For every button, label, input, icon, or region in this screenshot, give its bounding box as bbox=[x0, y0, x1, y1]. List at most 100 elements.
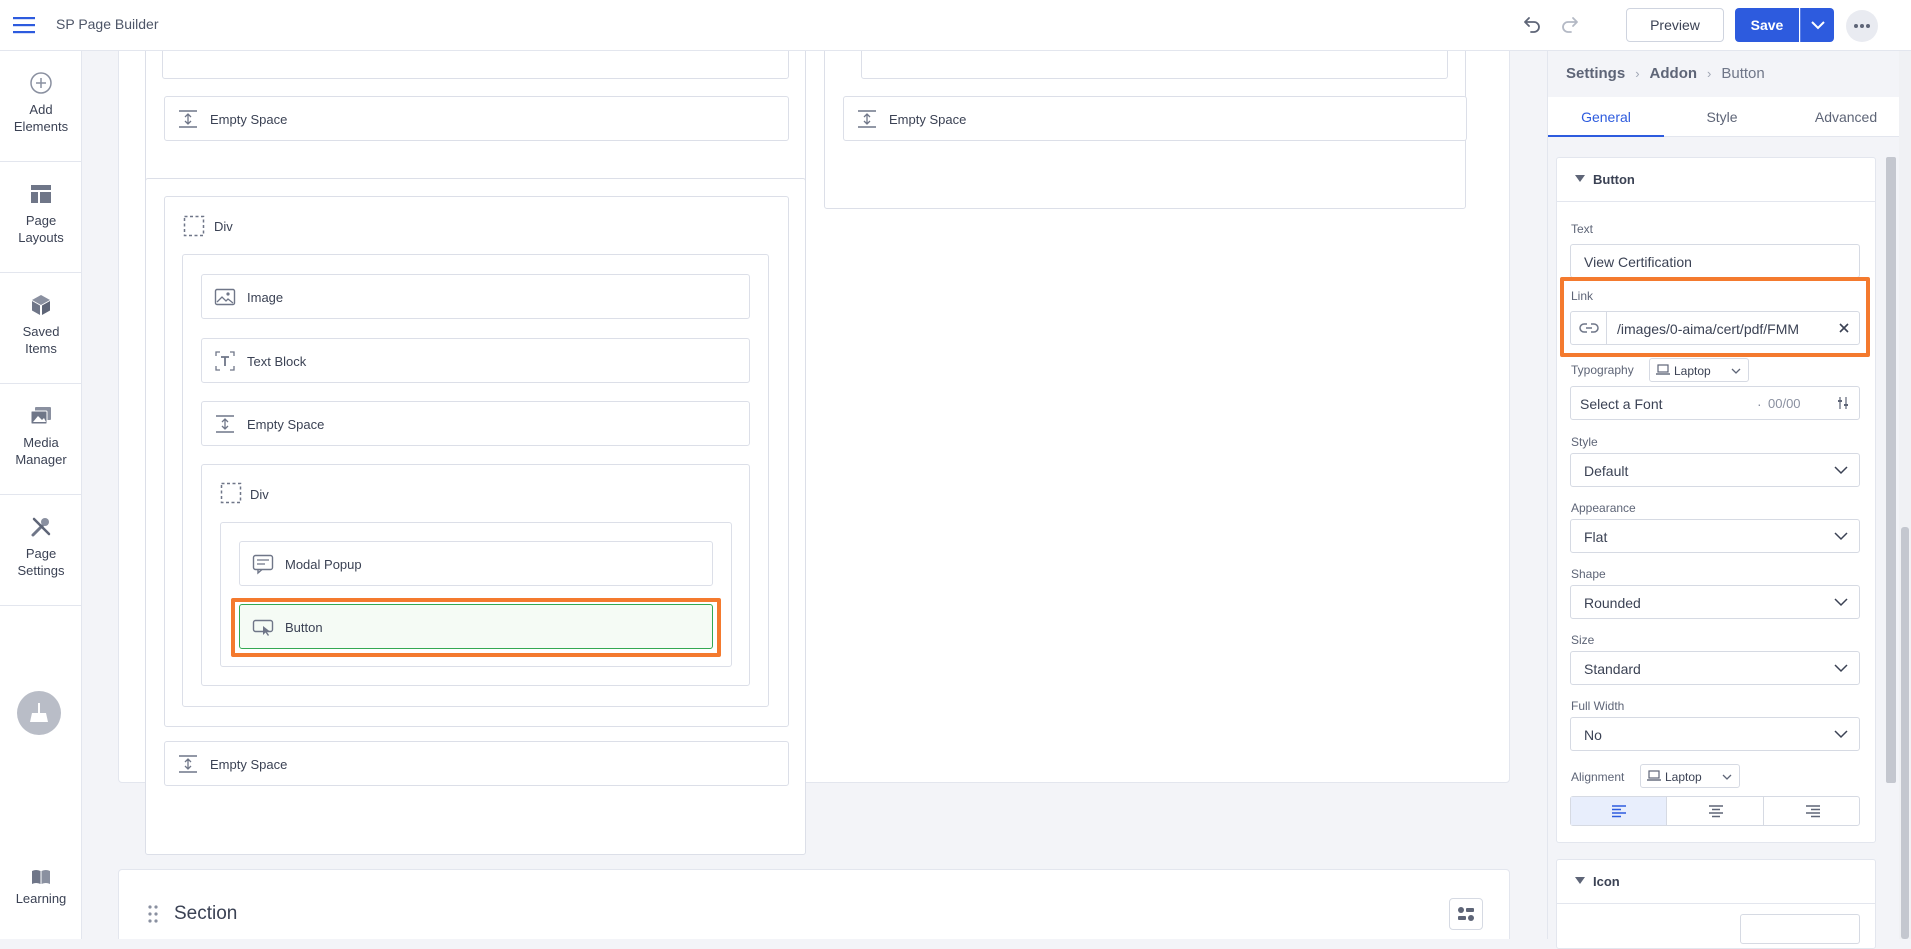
addon-empty-space[interactable]: Empty Space bbox=[164, 96, 789, 141]
typography-device-select[interactable]: Laptop bbox=[1649, 358, 1749, 382]
more-options-button[interactable] bbox=[1846, 10, 1878, 42]
modal-popup-icon bbox=[252, 553, 274, 575]
top-bar: SP Page Builder Preview Save bbox=[0, 0, 1911, 51]
chevron-down-icon bbox=[1811, 21, 1825, 30]
appearance-select[interactable]: Flat bbox=[1570, 519, 1860, 553]
icon-card-header[interactable]: Icon bbox=[1557, 860, 1875, 904]
addon-button[interactable]: Button bbox=[239, 604, 713, 649]
style-label: Style bbox=[1571, 435, 1598, 449]
breadcrumb-addon[interactable]: Addon bbox=[1650, 65, 1697, 82]
preview-button[interactable]: Preview bbox=[1626, 8, 1724, 42]
alignment-label: Alignment bbox=[1571, 770, 1625, 784]
icon-choose-button[interactable] bbox=[1740, 914, 1860, 944]
left-sidebar: Add Elements Page Layouts Saved Items Me… bbox=[0, 51, 82, 939]
tab-style[interactable]: Style bbox=[1664, 97, 1780, 137]
addon-label: Image bbox=[247, 290, 284, 305]
inner-box bbox=[861, 51, 1448, 79]
drag-handle-icon[interactable] bbox=[146, 904, 160, 924]
section-card bbox=[118, 869, 1510, 939]
full-width-label: Full Width bbox=[1571, 699, 1625, 713]
layout-icon bbox=[29, 182, 53, 206]
text-input[interactable]: View Certification bbox=[1570, 244, 1860, 278]
device-label: Laptop bbox=[1674, 364, 1711, 378]
font-placeholder: Select a Font bbox=[1580, 396, 1663, 412]
save-options-button[interactable] bbox=[1800, 8, 1834, 42]
laptop-icon bbox=[1656, 364, 1670, 376]
page-scrollbar[interactable] bbox=[1901, 527, 1909, 939]
sidebar-item-label: Page Layouts bbox=[18, 213, 64, 245]
link-input[interactable]: /images/0-aima/cert/pdf/FMM bbox=[1570, 311, 1860, 345]
align-left-icon bbox=[1611, 805, 1626, 818]
style-select[interactable]: Default bbox=[1570, 453, 1860, 487]
appearance-label: Appearance bbox=[1571, 501, 1636, 515]
alignment-device-select[interactable]: Laptop bbox=[1640, 764, 1740, 788]
size-value: Standard bbox=[1584, 661, 1641, 677]
link-icon bbox=[1571, 312, 1607, 344]
book-icon bbox=[31, 869, 51, 885]
addon-label: Text Block bbox=[247, 354, 307, 369]
section-options-button[interactable] bbox=[1449, 898, 1483, 930]
inner-box bbox=[162, 51, 789, 79]
addon-modal-popup[interactable]: Modal Popup bbox=[239, 541, 713, 586]
full-width-value: No bbox=[1584, 727, 1602, 743]
box-icon bbox=[29, 293, 53, 317]
addon-image[interactable]: Image bbox=[201, 274, 750, 319]
full-width-select[interactable]: No bbox=[1570, 717, 1860, 751]
sliders-icon[interactable] bbox=[1836, 396, 1850, 410]
addon-text-block[interactable]: Text Block bbox=[201, 338, 750, 383]
align-center-button[interactable] bbox=[1668, 797, 1764, 825]
breadcrumb-settings[interactable]: Settings bbox=[1566, 65, 1625, 82]
shape-value: Rounded bbox=[1584, 595, 1641, 611]
sidebar-item-page-layouts[interactable]: Page Layouts bbox=[0, 162, 82, 273]
shape-label: Shape bbox=[1571, 567, 1606, 581]
align-center-icon bbox=[1708, 805, 1723, 818]
chevron-down-icon bbox=[1730, 366, 1742, 376]
addon-empty-space[interactable]: Empty Space bbox=[164, 741, 789, 786]
shape-select[interactable]: Rounded bbox=[1570, 585, 1860, 619]
card-title: Icon bbox=[1593, 874, 1620, 889]
panel-scrollbar[interactable] bbox=[1886, 157, 1896, 783]
sidebar-item-page-settings[interactable]: Page Settings bbox=[0, 495, 82, 606]
clear-icon[interactable] bbox=[1837, 321, 1851, 335]
sidebar-item-learning[interactable]: Learning bbox=[0, 869, 82, 906]
ellipsis-icon bbox=[1854, 24, 1870, 28]
align-right-icon bbox=[1806, 805, 1820, 818]
undo-icon[interactable] bbox=[1519, 14, 1543, 36]
sidebar-item-label: Page Settings bbox=[17, 546, 65, 578]
chevron-down-icon bbox=[1833, 728, 1849, 740]
link-label: Link bbox=[1571, 289, 1594, 303]
empty-space-icon bbox=[214, 413, 236, 435]
font-select[interactable]: Select a Font · 00/00 bbox=[1570, 386, 1860, 420]
size-label: Size bbox=[1571, 633, 1595, 647]
text-label: Text bbox=[1571, 222, 1594, 236]
alignment-group bbox=[1570, 796, 1860, 826]
chevron-right-icon: › bbox=[1635, 66, 1640, 81]
addon-empty-space[interactable]: Empty Space bbox=[843, 96, 1467, 141]
div-label: Div bbox=[250, 487, 269, 502]
sidebar-item-media-manager[interactable]: Media Manager bbox=[0, 384, 82, 495]
chevron-down-icon bbox=[1833, 530, 1849, 542]
chevron-right-icon: › bbox=[1707, 66, 1712, 81]
clean-icon[interactable] bbox=[17, 691, 61, 735]
chevron-down-icon bbox=[1833, 662, 1849, 674]
sidebar-item-saved-items[interactable]: Saved Items bbox=[0, 273, 82, 384]
sidebar-item-add-elements[interactable]: Add Elements bbox=[0, 51, 82, 162]
redo-icon[interactable] bbox=[1559, 14, 1583, 36]
text-input-value: View Certification bbox=[1584, 254, 1692, 270]
page-canvas: Empty Space Empty Space Div Image Text B… bbox=[83, 51, 1546, 939]
menu-icon[interactable] bbox=[12, 14, 36, 36]
addon-empty-space[interactable]: Empty Space bbox=[201, 401, 750, 446]
align-right-button[interactable] bbox=[1765, 797, 1861, 825]
button-card-header[interactable]: Button bbox=[1557, 158, 1875, 202]
div-label: Div bbox=[214, 219, 233, 234]
sidebar-item-label: Add Elements bbox=[13, 102, 69, 134]
sidebar-item-label: Saved Items bbox=[22, 324, 60, 356]
tab-general[interactable]: General bbox=[1548, 97, 1664, 137]
tab-advanced[interactable]: Advanced bbox=[1780, 97, 1911, 137]
empty-space-icon bbox=[856, 108, 878, 130]
align-left-button[interactable] bbox=[1571, 797, 1667, 825]
settings-icon bbox=[1458, 907, 1474, 921]
save-button[interactable]: Save bbox=[1735, 8, 1799, 42]
size-select[interactable]: Standard bbox=[1570, 651, 1860, 685]
images-icon bbox=[29, 404, 53, 428]
